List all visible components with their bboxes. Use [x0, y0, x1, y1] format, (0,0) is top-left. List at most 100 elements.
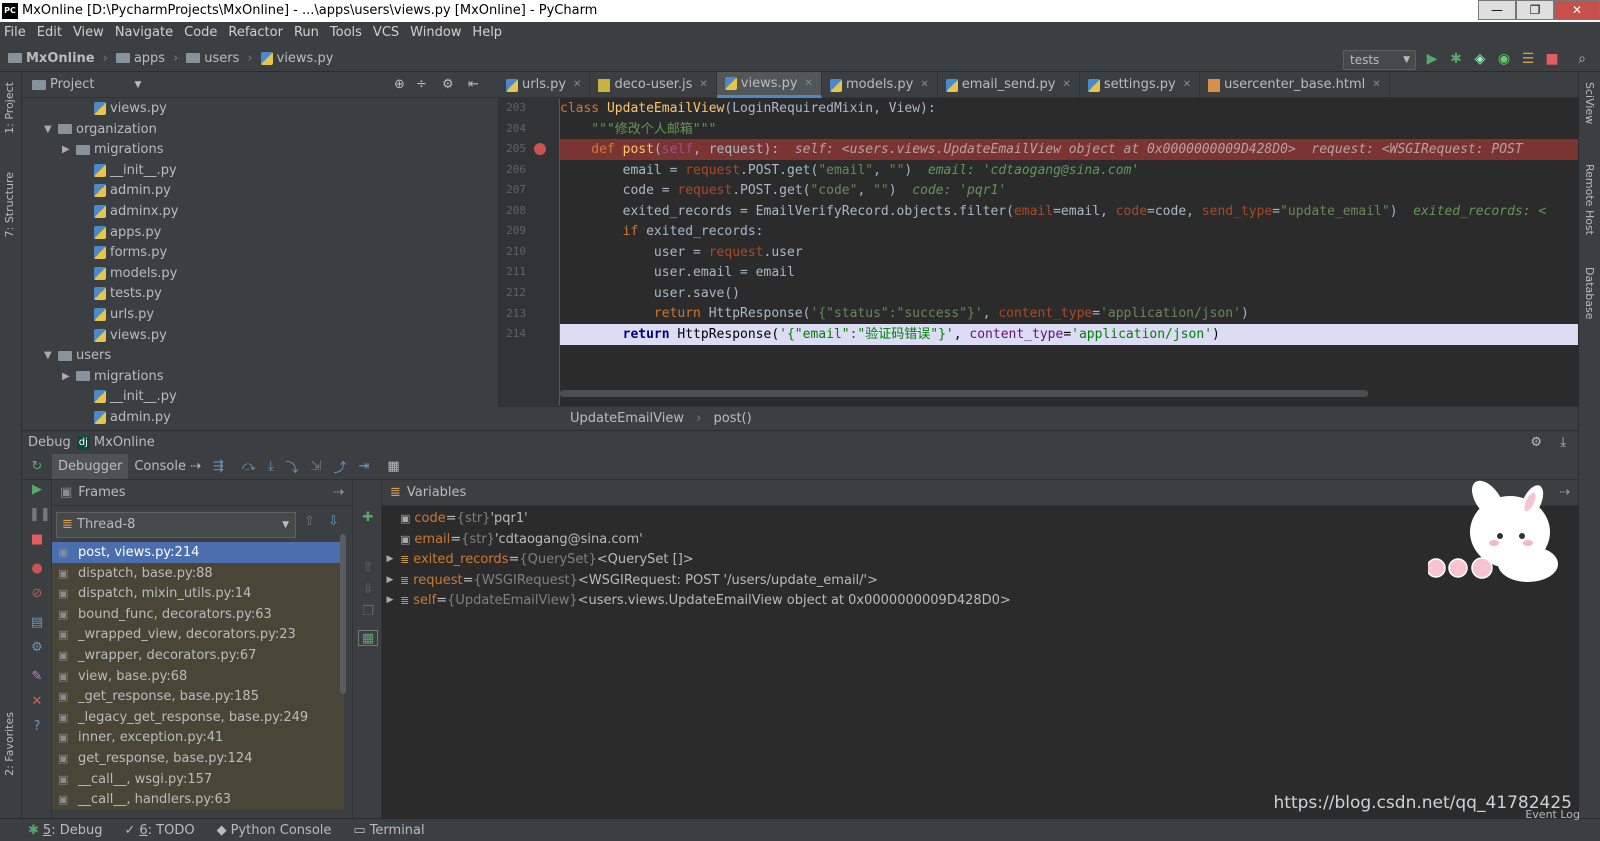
- database-tool-tab[interactable]: Database: [1583, 267, 1596, 320]
- tree-node[interactable]: urls.py: [80, 304, 154, 325]
- search-icon[interactable]: ⌕: [1574, 51, 1590, 67]
- status-tab-1[interactable]: ✓ 6: TODO: [124, 823, 194, 838]
- breadcrumb-function[interactable]: post(): [713, 411, 751, 426]
- pause-icon[interactable]: ❚❚: [29, 507, 51, 523]
- close-button[interactable]: ✕: [1554, 0, 1600, 20]
- close-icon[interactable]: ✕: [573, 72, 581, 98]
- next-frame-icon[interactable]: ⇩: [328, 514, 339, 529]
- tab-usercenter-base-html[interactable]: usercenter_base.html ✕: [1200, 72, 1390, 98]
- menu-item-edit[interactable]: Edit: [37, 22, 62, 44]
- frame-row[interactable]: ▣ bound_func, decorators.py:63: [52, 603, 344, 625]
- tree-node[interactable]: admin.py: [80, 180, 171, 201]
- menu-item-help[interactable]: Help: [472, 22, 502, 44]
- thread-select[interactable]: ≣ Thread-8 ▼: [56, 512, 296, 538]
- step-into-icon[interactable]: ⤓: [268, 459, 274, 474]
- tree-node[interactable]: __init__.py: [80, 386, 177, 407]
- variable-row[interactable]: ▶ ≣ self = {UpdateEmailView} <users.views.…: [382, 590, 1011, 611]
- minimize-button[interactable]: —: [1478, 0, 1516, 20]
- menu-item-vcs[interactable]: VCS: [373, 22, 399, 44]
- frame-row[interactable]: ▣ get_response, base.py:124: [52, 748, 344, 769]
- menu-item-code[interactable]: Code: [184, 22, 217, 44]
- structure-tool-tab[interactable]: 7: Structure: [3, 172, 16, 237]
- tree-node[interactable]: admin.py: [80, 407, 171, 428]
- show-special-icon[interactable]: ▦: [358, 630, 378, 646]
- tab-urls-py[interactable]: urls.py ✕: [498, 72, 591, 98]
- breadcrumb-project[interactable]: MxOnline ›: [8, 51, 108, 66]
- restore-layout-icon[interactable]: ▤: [29, 615, 45, 631]
- frame-row[interactable]: ▣ inner, exception.py:41: [52, 727, 344, 749]
- frame-row[interactable]: ▣ _wrapped_view, decorators.py:23: [52, 624, 344, 646]
- debug-icon[interactable]: ✱: [1448, 51, 1464, 67]
- hide-icon[interactable]: ⇤: [468, 72, 479, 98]
- frame-row[interactable]: ▣ __call__, wsgi.py:157: [52, 768, 344, 790]
- maximize-button[interactable]: ❐: [1516, 0, 1554, 20]
- remote-host-tool-tab[interactable]: Remote Host: [1583, 164, 1596, 235]
- gear-icon[interactable]: ⚙: [1530, 431, 1542, 455]
- status-tab-3[interactable]: ▭ Terminal: [353, 823, 424, 838]
- close-icon[interactable]: ✕: [805, 71, 813, 97]
- frame-row[interactable]: ▣ __call__, handlers.py:63: [52, 789, 344, 811]
- resume-icon[interactable]: ▶: [29, 482, 45, 498]
- tree-node[interactable]: __init__.py: [80, 160, 177, 181]
- run-icon[interactable]: ▶: [1424, 51, 1440, 67]
- menu-item-window[interactable]: Window: [410, 22, 461, 44]
- pin-icon[interactable]: ✎: [29, 669, 45, 685]
- horizontal-scrollbar[interactable]: [560, 390, 1368, 397]
- move-up-icon[interactable]: ⇧: [360, 560, 376, 576]
- tree-node[interactable]: ▶ migrations: [62, 139, 164, 160]
- step-over-icon[interactable]: ⤼: [242, 459, 256, 474]
- tree-node[interactable]: ▶ migrations: [62, 366, 164, 387]
- help-icon[interactable]: ?: [29, 719, 45, 735]
- variable-row[interactable]: ▶ ≣ exited_records = {QuerySet} <QuerySet …: [382, 549, 694, 570]
- tree-node[interactable]: apps.py: [80, 222, 161, 243]
- coverage-icon[interactable]: ◈: [1472, 51, 1488, 67]
- status-tab-2[interactable]: ◆ Python Console: [217, 823, 332, 838]
- menu-item-refactor[interactable]: Refactor: [228, 22, 283, 44]
- build-icon[interactable]: ☰: [1520, 51, 1536, 67]
- move-down-icon[interactable]: ⇩: [360, 582, 376, 598]
- close-icon[interactable]: ✕: [699, 72, 707, 98]
- chevron-down-icon[interactable]: ▼: [44, 119, 58, 140]
- variable-row[interactable]: ▣ email = {str} 'cdtaogang@sina.com': [382, 529, 643, 550]
- chevron-down-icon[interactable]: ▼: [44, 345, 58, 366]
- hide-panel-icon[interactable]: ⤓: [1560, 431, 1566, 455]
- breadcrumb-users[interactable]: users ›: [186, 51, 253, 66]
- run-configuration-select[interactable]: tests ▼: [1343, 50, 1416, 70]
- collapse-icon[interactable]: ÷: [416, 72, 427, 98]
- expand-icon[interactable]: ⇢: [333, 480, 344, 506]
- expand-arrow-icon[interactable]: ▶: [382, 590, 398, 611]
- variable-row[interactable]: ▣ code = {str} 'pqr1': [382, 508, 528, 529]
- breakpoint-icon[interactable]: [534, 143, 546, 155]
- status-tab-0[interactable]: ✱ 5: Debug: [28, 823, 102, 838]
- tab-settings-py[interactable]: settings.py ✕: [1080, 72, 1201, 98]
- breadcrumb-file[interactable]: views.py: [260, 51, 333, 66]
- frames-scrollbar[interactable]: [340, 534, 346, 694]
- previous-frame-icon[interactable]: ⇧: [304, 514, 315, 529]
- tree-node[interactable]: forms.py: [80, 242, 167, 263]
- tree-node[interactable]: adminx.py: [80, 201, 179, 222]
- tree-node[interactable]: ▼ organization: [44, 119, 157, 140]
- tree-node[interactable]: views.py: [80, 98, 167, 119]
- close-icon[interactable]: ✕: [920, 72, 928, 98]
- close-icon[interactable]: ✕: [29, 694, 45, 710]
- profile-icon[interactable]: ◉: [1496, 51, 1512, 67]
- tree-node[interactable]: models.py: [80, 263, 177, 284]
- frame-row[interactable]: ▣ view, base.py:68: [52, 665, 344, 687]
- menu-item-view[interactable]: View: [73, 22, 104, 44]
- frame-row[interactable]: ▣ dispatch, base.py:88: [52, 562, 344, 584]
- stop-icon[interactable]: ■: [29, 532, 45, 548]
- project-panel-title[interactable]: Project: [50, 72, 94, 97]
- show-execution-point-icon[interactable]: ⇶: [213, 459, 224, 474]
- step-into-my-code-icon[interactable]: ⤵: [286, 457, 299, 476]
- mute-breakpoints-icon[interactable]: ⊘: [29, 586, 45, 602]
- chevron-right-icon[interactable]: ▶: [62, 366, 76, 387]
- menu-item-navigate[interactable]: Navigate: [115, 22, 173, 44]
- gear-icon[interactable]: ⚙: [442, 72, 454, 98]
- frame-row[interactable]: ▣ _get_response, base.py:185: [52, 686, 344, 708]
- step-out-icon[interactable]: ⤴: [333, 457, 346, 476]
- frame-row[interactable]: ▣ _legacy_get_response, base.py:249: [52, 706, 344, 728]
- sciview-tool-tab[interactable]: SciView: [1583, 82, 1596, 124]
- run-to-cursor-icon[interactable]: ⇥: [359, 459, 370, 474]
- tab-views-py[interactable]: views.py ✕: [716, 71, 822, 98]
- tree-node[interactable]: views.py: [80, 325, 167, 346]
